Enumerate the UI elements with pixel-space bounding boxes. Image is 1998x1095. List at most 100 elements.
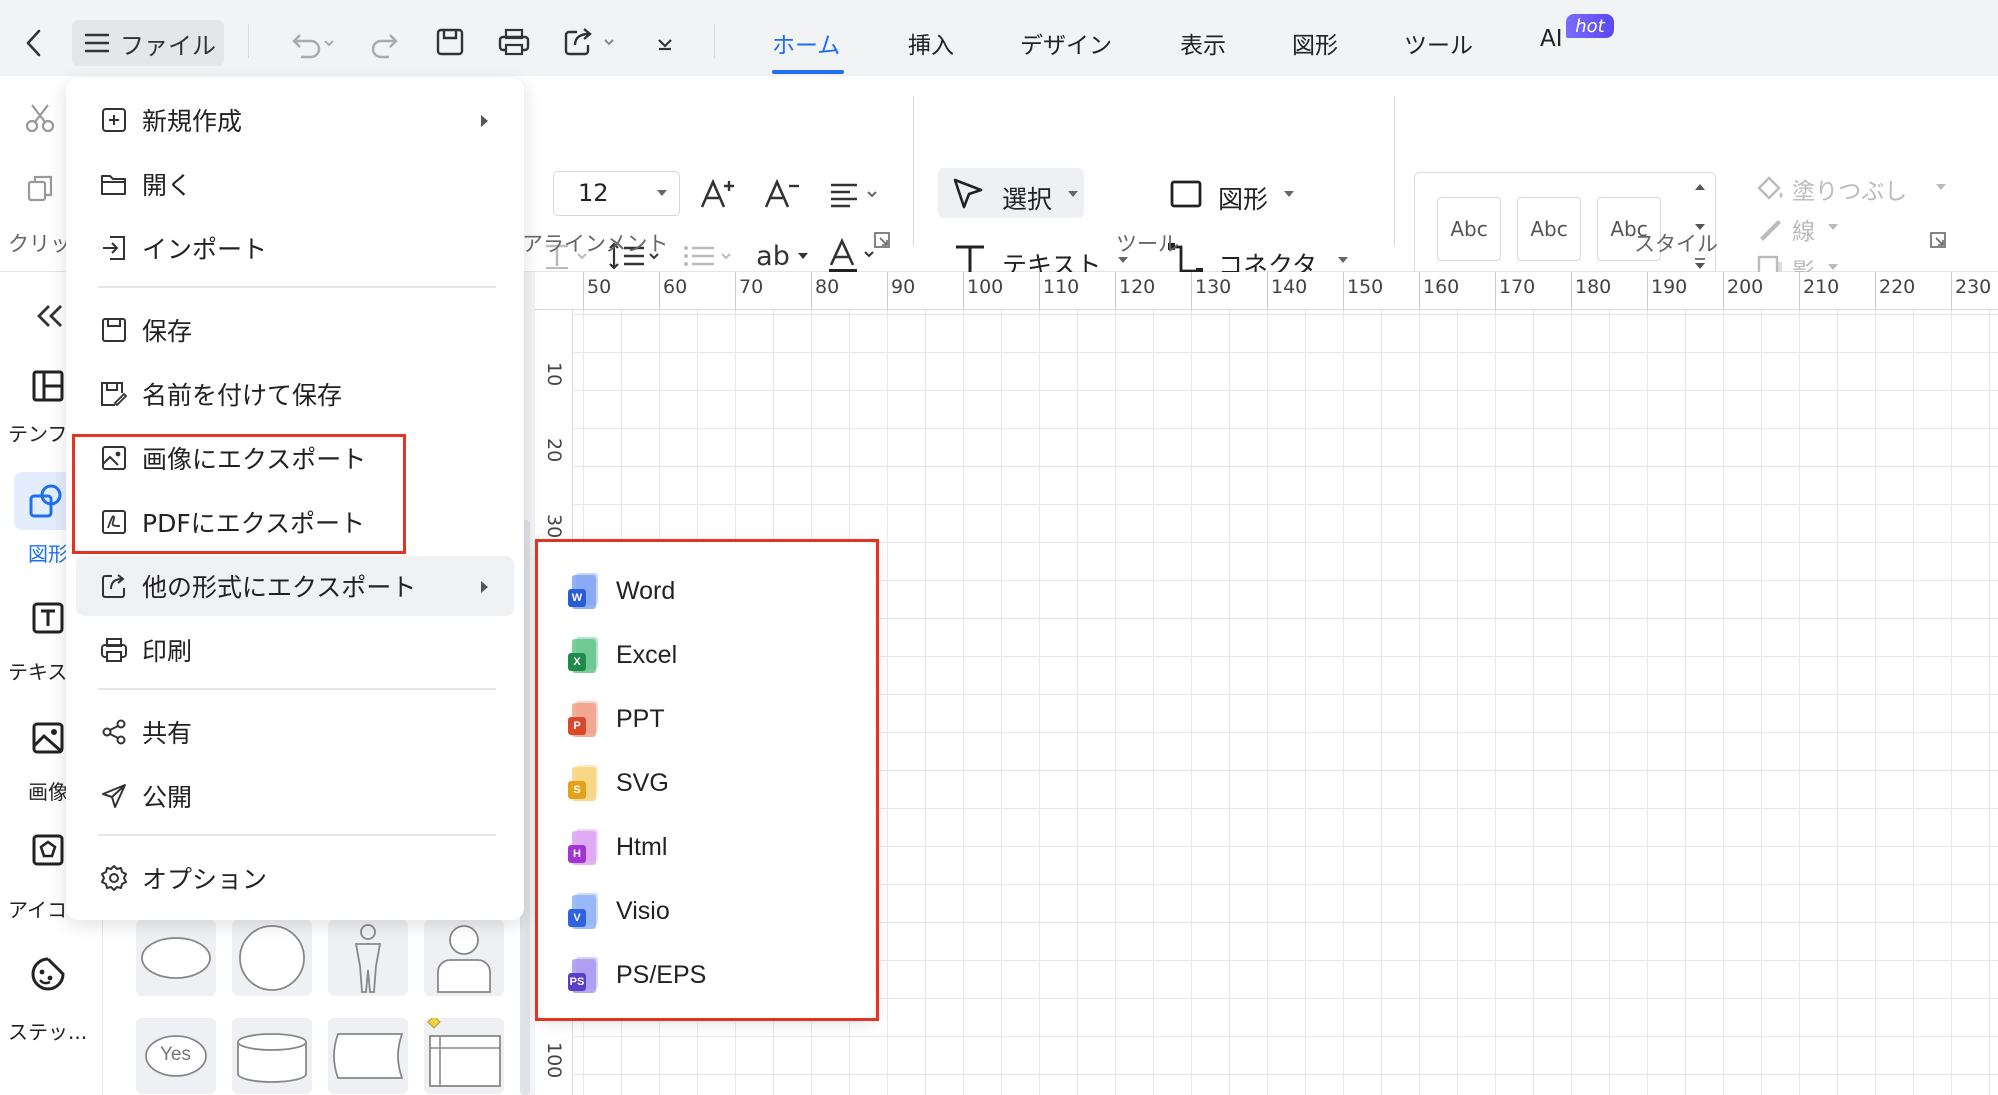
shape-data[interactable] xyxy=(328,1018,408,1094)
shape-circle[interactable] xyxy=(232,920,312,996)
menu-item-publish[interactable]: 公開 xyxy=(76,766,514,826)
decrease-font-button[interactable] xyxy=(762,172,802,216)
export-format-visio[interactable]: V Visio xyxy=(558,882,858,940)
shape-window[interactable] xyxy=(424,1015,504,1094)
back-button[interactable] xyxy=(14,22,54,64)
style-sample-2[interactable]: Abc xyxy=(1517,197,1581,261)
group-label-style: スタイル xyxy=(1634,232,1718,256)
tab-view[interactable]: 表示 xyxy=(1180,26,1226,60)
shape-cylinder[interactable] xyxy=(232,1018,312,1094)
scissors-icon xyxy=(25,104,55,133)
export-format-word[interactable]: W Word xyxy=(558,562,858,620)
divider xyxy=(714,24,715,58)
shape-tool-button[interactable] xyxy=(1168,174,1204,214)
menu-item-new[interactable]: 新規作成 xyxy=(76,90,514,150)
shape-person[interactable] xyxy=(424,920,504,996)
align-button[interactable] xyxy=(826,174,886,214)
menu-item-options[interactable]: オプション xyxy=(76,848,514,908)
font-decrease-icon xyxy=(764,178,799,208)
ppt-file-icon: P xyxy=(568,701,598,737)
menu-divider xyxy=(98,688,496,690)
ruler-tick-label: 70 xyxy=(739,276,764,298)
ruler-tick xyxy=(1647,272,1648,310)
undo-button[interactable] xyxy=(282,24,342,64)
export-format-excel[interactable]: X Excel xyxy=(558,626,858,684)
ruler-tick-label: 170 xyxy=(1499,276,1536,298)
line-button[interactable] xyxy=(1752,212,1788,244)
file-menu-button[interactable]: ファイル xyxy=(72,20,224,66)
sidebar-item-sticker[interactable] xyxy=(26,954,70,994)
export-format-svg[interactable]: S SVG xyxy=(558,754,858,812)
sidebar-item-text[interactable] xyxy=(26,598,70,638)
top-toolbar: ファイル ホーム 挿入 デザイン 表示 図形 ツール AI hot xyxy=(0,0,1998,76)
tab-home[interactable]: ホーム xyxy=(772,26,840,60)
menu-item-open[interactable]: 開く xyxy=(76,154,514,214)
menu-item-export-pdf[interactable]: PDFにエクスポート xyxy=(76,492,514,552)
fill-button[interactable] xyxy=(1752,172,1788,204)
export-toolbar-button[interactable] xyxy=(560,22,624,62)
alignment-settings-button[interactable] xyxy=(870,228,894,252)
collapse-sidebar-button[interactable] xyxy=(30,296,70,336)
shapes-icon xyxy=(29,484,62,518)
sidebar-item-template[interactable] xyxy=(26,366,70,406)
undo-icon xyxy=(292,34,334,59)
gallery-scroll-up-button[interactable] xyxy=(1690,178,1710,196)
menu-item-label: 画像にエクスポート xyxy=(142,445,367,474)
print-toolbar-button[interactable] xyxy=(494,22,534,62)
menu-item-print[interactable]: 印刷 xyxy=(76,620,514,680)
sidebar-item-icons[interactable] xyxy=(26,830,70,870)
shape-ellipse[interactable] xyxy=(136,920,216,996)
divider xyxy=(248,24,249,58)
shape-actor[interactable] xyxy=(328,920,408,996)
icon-badge: PS xyxy=(568,973,586,991)
sidebar-item-image[interactable] xyxy=(26,718,70,758)
chevron-down-icon xyxy=(1068,191,1078,197)
save-icon xyxy=(98,314,130,346)
redo-button[interactable] xyxy=(366,24,406,64)
menu-item-label: 共有 xyxy=(142,719,193,748)
ruler-tick-label: 90 xyxy=(891,276,916,298)
ruler-tick-label: 150 xyxy=(1347,276,1384,298)
ruler-tick-label: 100 xyxy=(543,1042,565,1079)
export-format-ps-eps[interactable]: PS PS/EPS xyxy=(558,946,858,1004)
menu-item-export-image[interactable]: 画像にエクスポート xyxy=(76,428,514,488)
sticker-icon xyxy=(31,957,65,991)
save-as-icon xyxy=(98,378,130,410)
ruler-tick-label: 100 xyxy=(967,276,1004,298)
more-toolbar-button[interactable] xyxy=(650,26,680,62)
file-menu-dropdown: 新規作成 開く インポート 保存 名前を付けて保存 画像にエクスポート PDFに… xyxy=(66,78,524,920)
cut-button[interactable] xyxy=(20,98,60,138)
chevron-right-icon xyxy=(481,115,488,127)
tab-insert[interactable]: 挿入 xyxy=(908,26,954,60)
menu-item-save-as[interactable]: 名前を付けて保存 xyxy=(76,364,514,424)
menu-item-import[interactable]: インポート xyxy=(76,218,514,278)
menu-item-share[interactable]: 共有 xyxy=(76,702,514,762)
icon-library-icon xyxy=(32,834,64,866)
bullet-list-button[interactable] xyxy=(682,236,738,276)
menu-item-save[interactable]: 保存 xyxy=(76,300,514,360)
tab-tools[interactable]: ツール xyxy=(1404,26,1473,60)
html-file-icon: H xyxy=(568,829,598,865)
ruler-tick-label: 60 xyxy=(663,276,688,298)
shape-decision-yes[interactable]: Yes xyxy=(136,1018,216,1094)
increase-font-button[interactable] xyxy=(698,172,738,216)
font-size-select[interactable]: 12 xyxy=(553,171,680,216)
chevron-down-icon xyxy=(797,253,808,259)
group-label-clipboard: クリッ xyxy=(8,232,71,256)
ruler-tick xyxy=(1571,272,1572,310)
ruler-tick xyxy=(1267,272,1268,310)
ruler-tick-label: 180 xyxy=(1575,276,1612,298)
tab-ai[interactable]: AI xyxy=(1540,26,1563,52)
menu-item-export-other[interactable]: 他の形式にエクスポート xyxy=(76,556,514,616)
copy-button[interactable] xyxy=(20,168,60,208)
style-sample-1[interactable]: Abc xyxy=(1437,197,1501,261)
export-format-ppt[interactable]: P PPT xyxy=(558,690,858,748)
tab-design[interactable]: デザイン xyxy=(1020,26,1112,60)
save-toolbar-button[interactable] xyxy=(430,22,470,62)
export-format-html[interactable]: H Html xyxy=(558,818,858,876)
text-highlight-button[interactable]: ab xyxy=(752,236,812,276)
tab-shapes[interactable]: 図形 xyxy=(1292,26,1338,60)
icon-badge: S xyxy=(568,781,586,799)
style-settings-button[interactable] xyxy=(1926,228,1950,252)
ruler-tick xyxy=(1495,272,1496,310)
